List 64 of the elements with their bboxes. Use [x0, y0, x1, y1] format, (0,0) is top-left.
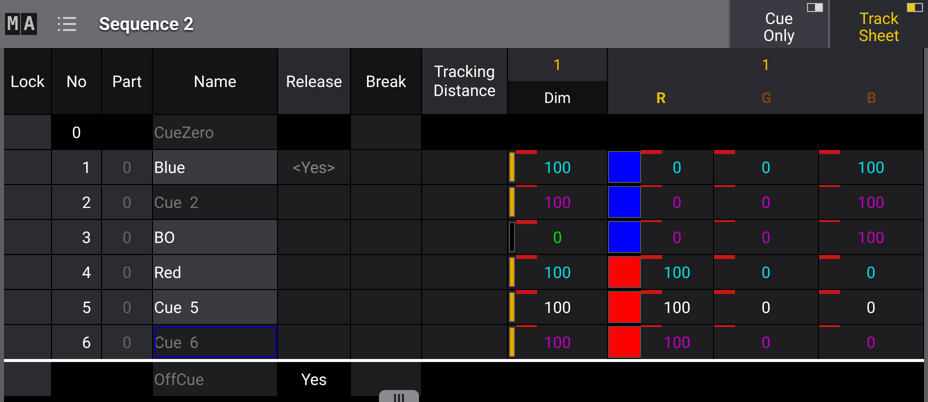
attribute-value: 0 — [672, 158, 682, 176]
cue-name[interactable]: BO — [153, 220, 278, 254]
part-number: 0 — [102, 255, 153, 289]
part-number: 0 — [102, 290, 153, 324]
cue-number: 1 — [52, 150, 102, 184]
attribute-value: 100 — [544, 332, 571, 352]
column-header: Lock — [4, 48, 52, 114]
attribute-value: 0 — [762, 228, 770, 246]
toggle-button[interactable]: Cue Only — [728, 0, 828, 48]
attribute-label: B — [866, 88, 876, 106]
attribute-value: 100 — [544, 262, 571, 282]
attribute-value: 0 — [866, 332, 876, 352]
column-header: Name — [153, 48, 278, 114]
part-number: 0 — [102, 325, 153, 359]
cue-number: 2 — [52, 185, 102, 219]
fixture-id: 1 — [552, 54, 563, 76]
attribute-value: 0 — [866, 298, 876, 316]
attribute-value: 100 — [858, 192, 884, 212]
attribute-value: 0 — [672, 228, 682, 246]
cue-number: 5 — [52, 290, 102, 324]
attribute-value: 100 — [664, 298, 690, 316]
attribute-value: 100 — [664, 262, 690, 282]
column-header: Break — [351, 48, 422, 114]
cue-number: 4 — [52, 255, 102, 289]
attribute-value: 0 — [672, 192, 682, 212]
release-cell: <Yes> — [278, 150, 351, 184]
cue-name[interactable]: Blue — [153, 150, 278, 184]
resize-handle[interactable] — [379, 390, 419, 402]
attribute-label: Dim — [508, 81, 607, 114]
fixture-id: 1 — [760, 54, 772, 76]
cue-name[interactable]: Red — [153, 255, 278, 289]
attribute-value: 100 — [664, 332, 690, 352]
attribute-value: 0 — [553, 228, 562, 246]
toggle-button[interactable]: Track Sheet — [828, 0, 928, 48]
attribute-label: R — [656, 88, 666, 106]
window-title: Sequence 2 — [98, 14, 194, 34]
cue-name[interactable]: Cue 5 — [153, 290, 278, 324]
cue-name: CueZero — [153, 115, 278, 149]
attribute-value: 100 — [858, 158, 884, 176]
attribute-label: G — [761, 88, 772, 106]
attribute-value: 0 — [762, 298, 770, 316]
cue-number: 6 — [52, 325, 102, 359]
part-number: 0 — [102, 220, 153, 254]
part-number: 0 — [102, 150, 153, 184]
column-header: Part — [102, 48, 153, 114]
attribute-value: 0 — [762, 158, 770, 176]
cue-name: OffCue — [153, 362, 278, 396]
attribute-value: 0 — [762, 332, 770, 352]
part-number: 0 — [102, 185, 153, 219]
attribute-value: 100 — [858, 228, 884, 246]
list-icon[interactable] — [56, 16, 77, 32]
cue-number: 3 — [52, 220, 102, 254]
attribute-value: 100 — [544, 192, 571, 212]
cue-name[interactable]: Cue 2 — [153, 185, 278, 219]
column-header: Tracking Distance — [422, 48, 508, 114]
logo-letter: A — [21, 13, 37, 35]
attribute-value: 0 — [762, 192, 770, 212]
attribute-value: 0 — [866, 262, 876, 282]
attribute-value: 100 — [544, 298, 571, 316]
column-header: No — [52, 48, 102, 114]
attribute-value: 100 — [544, 158, 571, 176]
logo-letter: M — [5, 13, 20, 35]
attribute-value: 0 — [762, 262, 770, 282]
column-header: Release — [278, 48, 351, 114]
